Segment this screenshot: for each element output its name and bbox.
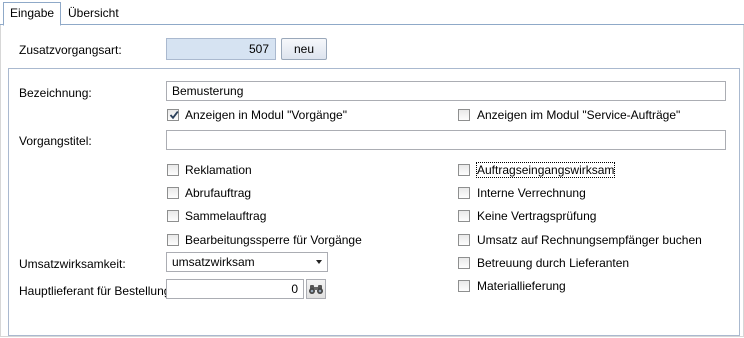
umsatzwirksamkeit-label: Umsatzwirksamkeit: [19,257,126,271]
interne-verrechnung-checkbox[interactable] [458,187,470,199]
keine-vertragspruefung-checkbox[interactable] [458,210,470,222]
umsatz-rechnungsempfaenger-checkbox[interactable] [458,234,470,246]
neu-button[interactable]: neu [281,38,327,60]
umsatzwirksamkeit-value: umsatzwirksam [172,255,255,269]
anzeigen-vorgaenge-label: Anzeigen in Modul "Vorgänge" [185,108,347,122]
tab-strip: Eingabe Übersicht [0,0,744,26]
bezeichnung-label: Bezeichnung: [19,86,92,100]
auftragseingangswirksam-checkbox[interactable] [458,164,470,176]
reklamation-label: Reklamation [185,163,252,177]
auftragseingangswirksam-label: Auftragseingangswirksam [475,162,616,178]
betreuung-lieferanten-label: Betreuung durch Lieferanten [477,256,630,270]
checkmark-icon [169,111,179,120]
abrufauftrag-checkbox[interactable] [167,187,179,199]
chevron-down-icon [316,260,322,264]
zusatzvorgangsart-field: 507 [166,38,276,60]
materiallieferung-checkbox[interactable] [458,280,470,292]
sammelauftrag-label: Sammelauftrag [185,209,267,223]
betreuung-lieferanten-checkbox[interactable] [458,257,470,269]
anzeigen-service-checkbox[interactable] [458,109,470,121]
hauptlieferant-label: Hauptlieferant für Bestellung: [19,284,174,298]
sammelauftrag-checkbox[interactable] [167,210,179,222]
anzeigen-vorgaenge-checkbox[interactable] [167,109,179,121]
umsatz-rechnungsempfaenger-label: Umsatz auf Rechnungsempfänger buchen [477,233,702,247]
bezeichnung-input[interactable]: Bemusterung [166,81,726,101]
bearbeitungssperre-checkbox[interactable] [167,234,179,246]
tab-eingabe[interactable]: Eingabe [3,2,62,26]
vorgangstitel-input[interactable] [166,130,726,150]
bearbeitungssperre-label: Bearbeitungssperre für Vorgänge [185,233,362,247]
zusatzvorgangsart-label: Zusatzvorgangsart: [19,43,122,57]
tab-uebersicht[interactable]: Übersicht [62,3,125,23]
binoculars-icon[interactable] [306,279,326,299]
anzeigen-service-label: Anzeigen im Modul "Service-Aufträge" [477,108,681,122]
materiallieferung-label: Materiallieferung [477,279,566,293]
keine-vertragspruefung-label: Keine Vertragsprüfung [477,209,597,223]
vorgangstitel-label: Vorgangstitel: [19,134,92,148]
reklamation-checkbox[interactable] [167,164,179,176]
hauptlieferant-input[interactable]: 0 [166,279,304,299]
umsatzwirksamkeit-select[interactable]: umsatzwirksam [166,252,328,272]
interne-verrechnung-label: Interne Verrechnung [477,186,586,200]
abrufauftrag-label: Abrufauftrag [185,186,252,200]
